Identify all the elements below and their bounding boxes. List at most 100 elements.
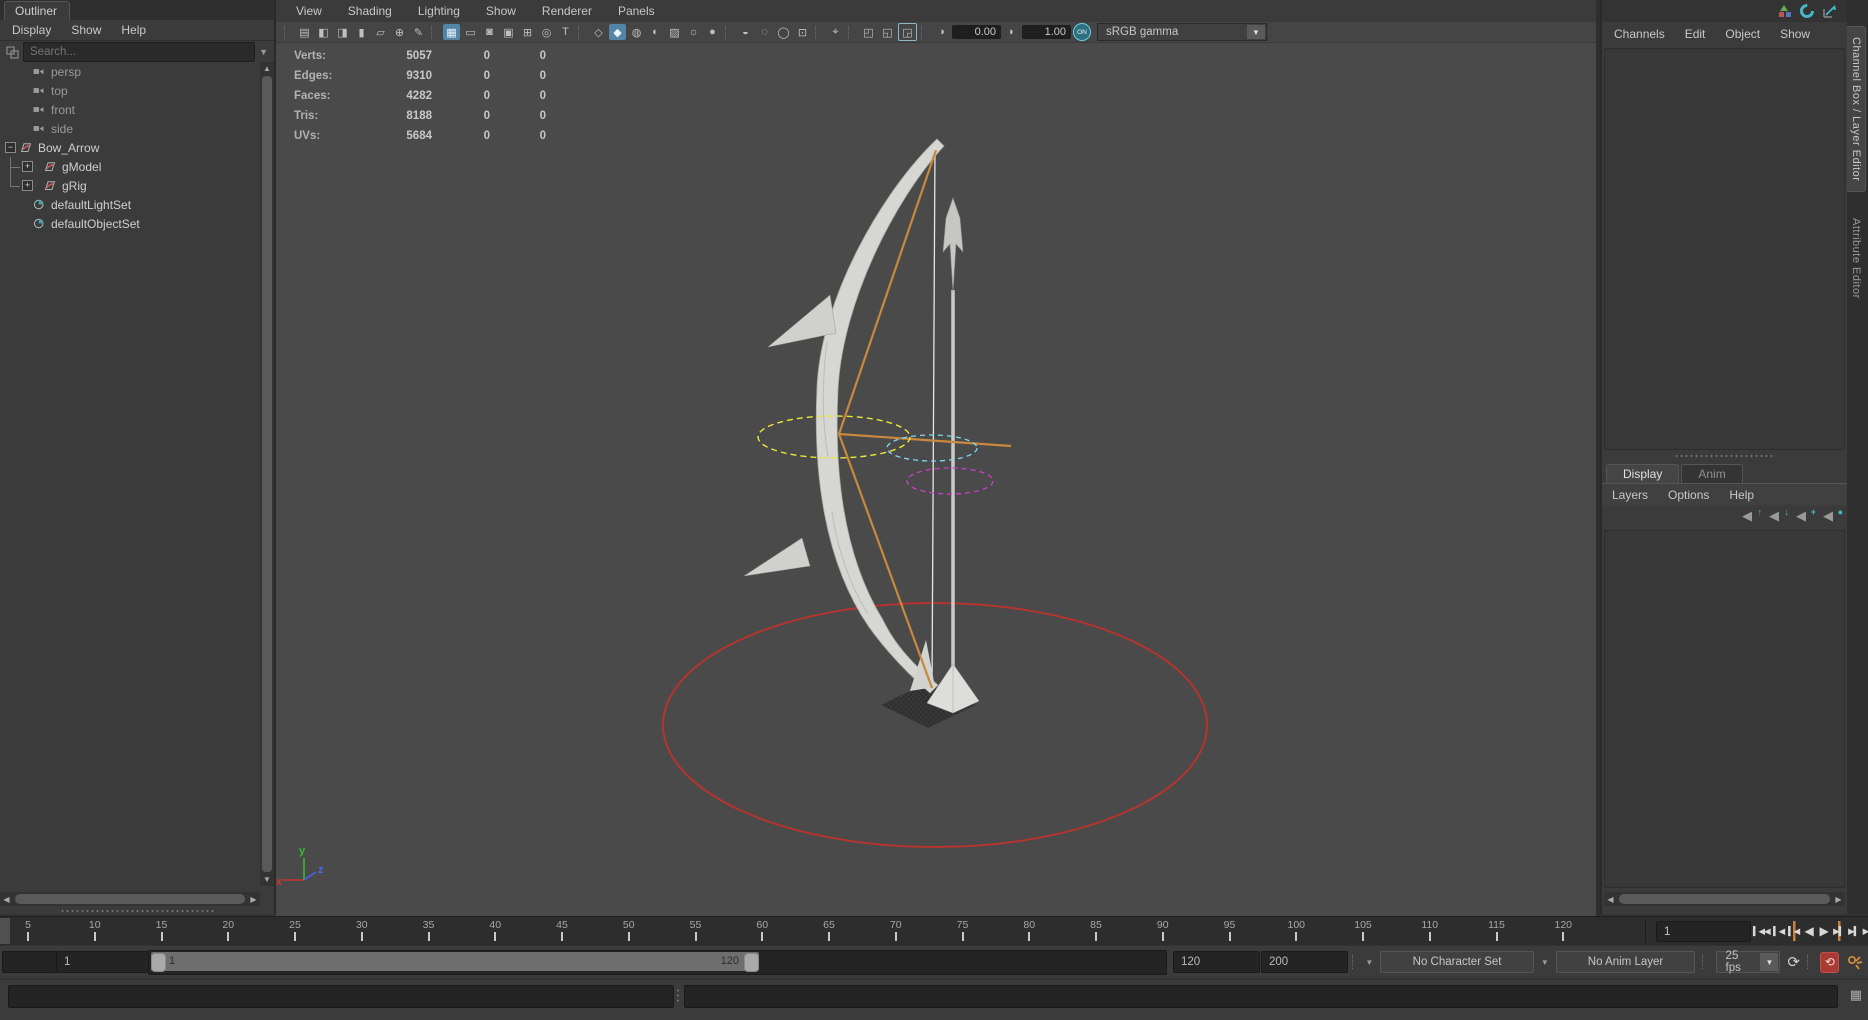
search-input[interactable] <box>23 42 256 62</box>
image-plane-icon[interactable]: ▱ <box>372 24 389 40</box>
select-camera-icon[interactable]: ▤ <box>296 24 313 40</box>
tab-channel-box-layer-editor[interactable]: Channel Box / Layer Editor <box>1847 26 1866 193</box>
outliner-vertical-scrollbar[interactable]: ▲ ▼ <box>260 62 274 886</box>
viewport-menu-renderer[interactable]: Renderer <box>542 4 592 18</box>
go-to-start-button[interactable]: ▍◀◀ <box>1752 921 1771 941</box>
gamma-field[interactable]: 1.00 <box>1022 25 1071 39</box>
outliner-item-defaultobjectset[interactable]: defaultObjectSet <box>0 214 260 233</box>
resolution-gate-icon[interactable]: ◙ <box>481 24 498 40</box>
scrollbar-thumb[interactable] <box>262 76 272 872</box>
auto-keyframe-toggle[interactable]: ⟲ <box>1820 951 1840 973</box>
outliner-item-top[interactable]: top <box>0 81 260 100</box>
scroll-right-icon[interactable]: ▶ <box>247 895 260 904</box>
viewport-menu-panels[interactable]: Panels <box>618 4 655 18</box>
field-chart-icon[interactable]: ⊞ <box>519 24 536 40</box>
outliner-menu-help[interactable]: Help <box>121 23 146 37</box>
channel-box-menu-channels[interactable]: Channels <box>1614 27 1665 41</box>
outliner-menu-display[interactable]: Display <box>12 23 51 37</box>
playback-end-field[interactable]: 120 <box>1173 951 1260 973</box>
new-layer-from-selected-icon[interactable]: ◀ ● <box>1823 507 1843 523</box>
play-backwards-button[interactable]: ◀ <box>1802 921 1816 941</box>
animation-preferences-button[interactable] <box>1846 953 1864 972</box>
current-frame-field[interactable]: 1 <box>1656 921 1751 942</box>
scroll-up-icon[interactable]: ▲ <box>260 62 274 75</box>
graph-arrow-icon[interactable] <box>1822 3 1839 19</box>
character-set-select[interactable]: No Character Set <box>1380 951 1534 973</box>
go-to-end-button[interactable]: ▶▶▍ <box>1862 921 1868 941</box>
arc-falloff-icon[interactable] <box>1799 3 1816 19</box>
outliner-item-front[interactable]: front <box>0 100 260 119</box>
depth-peeling-icon[interactable]: ⊡ <box>794 24 811 40</box>
grid-icon[interactable]: ▦ <box>443 24 460 40</box>
isolate-select-icon[interactable]: ⌖ <box>827 24 844 40</box>
anim-start-field[interactable] <box>2 951 57 973</box>
viewport-menu-lighting[interactable]: Lighting <box>418 4 460 18</box>
fps-select[interactable]: 25 fps ▼ <box>1715 950 1781 974</box>
layer-editor-tab-display[interactable]: Display <box>1606 464 1680 483</box>
viewport-menu-view[interactable]: View <box>296 4 322 18</box>
xray-icon[interactable]: ▨ <box>666 24 683 40</box>
smooth-shade-icon[interactable]: ◆ <box>609 24 626 40</box>
channel-box-menu-object[interactable]: Object <box>1725 27 1760 41</box>
textured-icon[interactable]: ◍ <box>628 24 645 40</box>
color-management-toggle[interactable]: ON <box>1073 23 1091 41</box>
panel-resize-grip[interactable] <box>60 909 214 913</box>
outliner-item-defaultlightset[interactable]: defaultLightSet <box>0 195 260 214</box>
new-empty-layer-icon[interactable]: ◀ + <box>1796 507 1816 523</box>
character-set-dropdown-icon[interactable]: ▼ <box>1365 958 1373 967</box>
safe-title-icon[interactable]: T <box>557 24 574 40</box>
layer-list[interactable] <box>1604 530 1845 888</box>
step-back-key-button[interactable]: ▍◀ <box>1786 921 1801 941</box>
anti-aliasing-icon[interactable]: ◯ <box>775 24 792 40</box>
grease-pencil-icon[interactable]: ✎ <box>410 24 427 40</box>
current-time-indicator[interactable] <box>0 918 10 944</box>
outliner-item-bow-arrow[interactable]: − Bow_Arrow <box>0 138 260 157</box>
occlusion-icon[interactable]: ◒ <box>737 24 754 40</box>
outliner-item-persp[interactable]: persp <box>0 62 260 81</box>
expand-icon[interactable]: + <box>22 180 33 191</box>
viewport-menu-shading[interactable]: Shading <box>348 4 392 18</box>
timeline-track[interactable]: 5 10 15 20 25 30 35 40 45 50 55 60 65 70 75 80 85 90 95 100… <box>0 917 1645 945</box>
step-forward-frame-button[interactable]: ▶▍ <box>1847 921 1861 941</box>
ground-control-circle[interactable] <box>662 602 1208 848</box>
play-forwards-button[interactable]: ▶ <box>1817 921 1831 941</box>
motion-blur-icon[interactable]: ◌ <box>756 24 773 40</box>
scroll-left-icon[interactable]: ◀ <box>0 895 13 904</box>
tab-attribute-editor[interactable]: Attribute Editor <box>1847 208 1865 309</box>
viewport-menu-show[interactable]: Show <box>486 4 516 18</box>
layer-editor-tab-anim[interactable]: Anim <box>1681 464 1743 483</box>
search-options-dropdown-icon[interactable]: ▼ <box>259 47 268 57</box>
scroll-left-icon[interactable]: ◀ <box>1604 895 1617 904</box>
command-line-resize-grip[interactable] <box>676 988 680 1004</box>
range-end-handle[interactable] <box>744 953 759 972</box>
channel-box-list[interactable] <box>1604 48 1845 450</box>
viewport-renderer-icon[interactable]: ◲ <box>898 23 917 41</box>
camera-attributes-icon[interactable]: ◨ <box>334 24 351 40</box>
panel-splitter[interactable] <box>1604 452 1845 460</box>
layer-editor-menu-help[interactable]: Help <box>1729 488 1754 502</box>
anim-end-field[interactable]: 200 <box>1261 951 1348 973</box>
exposure-icon[interactable]: ◑ <box>933 24 950 40</box>
frame-all-icon[interactable]: ◰ <box>860 24 877 40</box>
use-default-material-icon[interactable]: ◐ <box>647 24 664 40</box>
scrollbar-thumb[interactable] <box>15 894 245 904</box>
script-editor-button[interactable]: ▦ <box>1850 987 1862 1003</box>
shadows-icon[interactable]: ● <box>704 24 721 40</box>
outliner-item-grig[interactable]: + gRig <box>0 176 260 195</box>
bookmark-icon[interactable]: ▮ <box>353 24 370 40</box>
range-start-handle[interactable] <box>151 953 166 972</box>
frame-selection-icon[interactable]: ◱ <box>879 24 896 40</box>
collapse-icon[interactable]: − <box>5 142 16 153</box>
wireframe-icon[interactable]: ◇ <box>590 24 607 40</box>
safe-action-icon[interactable]: ◎ <box>538 24 555 40</box>
outliner-menu-show[interactable]: Show <box>71 23 101 37</box>
pan-zoom-icon[interactable]: ⊕ <box>391 24 408 40</box>
playback-loop-toggle[interactable]: ⟳ <box>1787 953 1800 971</box>
view-transform-select[interactable]: sRGB gamma ▼ <box>1097 23 1267 41</box>
anim-layer-dropdown-icon[interactable]: ▼ <box>1541 958 1549 967</box>
move-layer-up-icon[interactable]: ◀ ↑ <box>1742 507 1762 523</box>
film-gate-icon[interactable]: ▭ <box>462 24 479 40</box>
outliner-tab[interactable]: Outliner <box>4 1 71 20</box>
exposure-field[interactable]: 0.00 <box>952 25 1001 39</box>
step-back-frame-button[interactable]: ▍◀ <box>1772 921 1786 941</box>
